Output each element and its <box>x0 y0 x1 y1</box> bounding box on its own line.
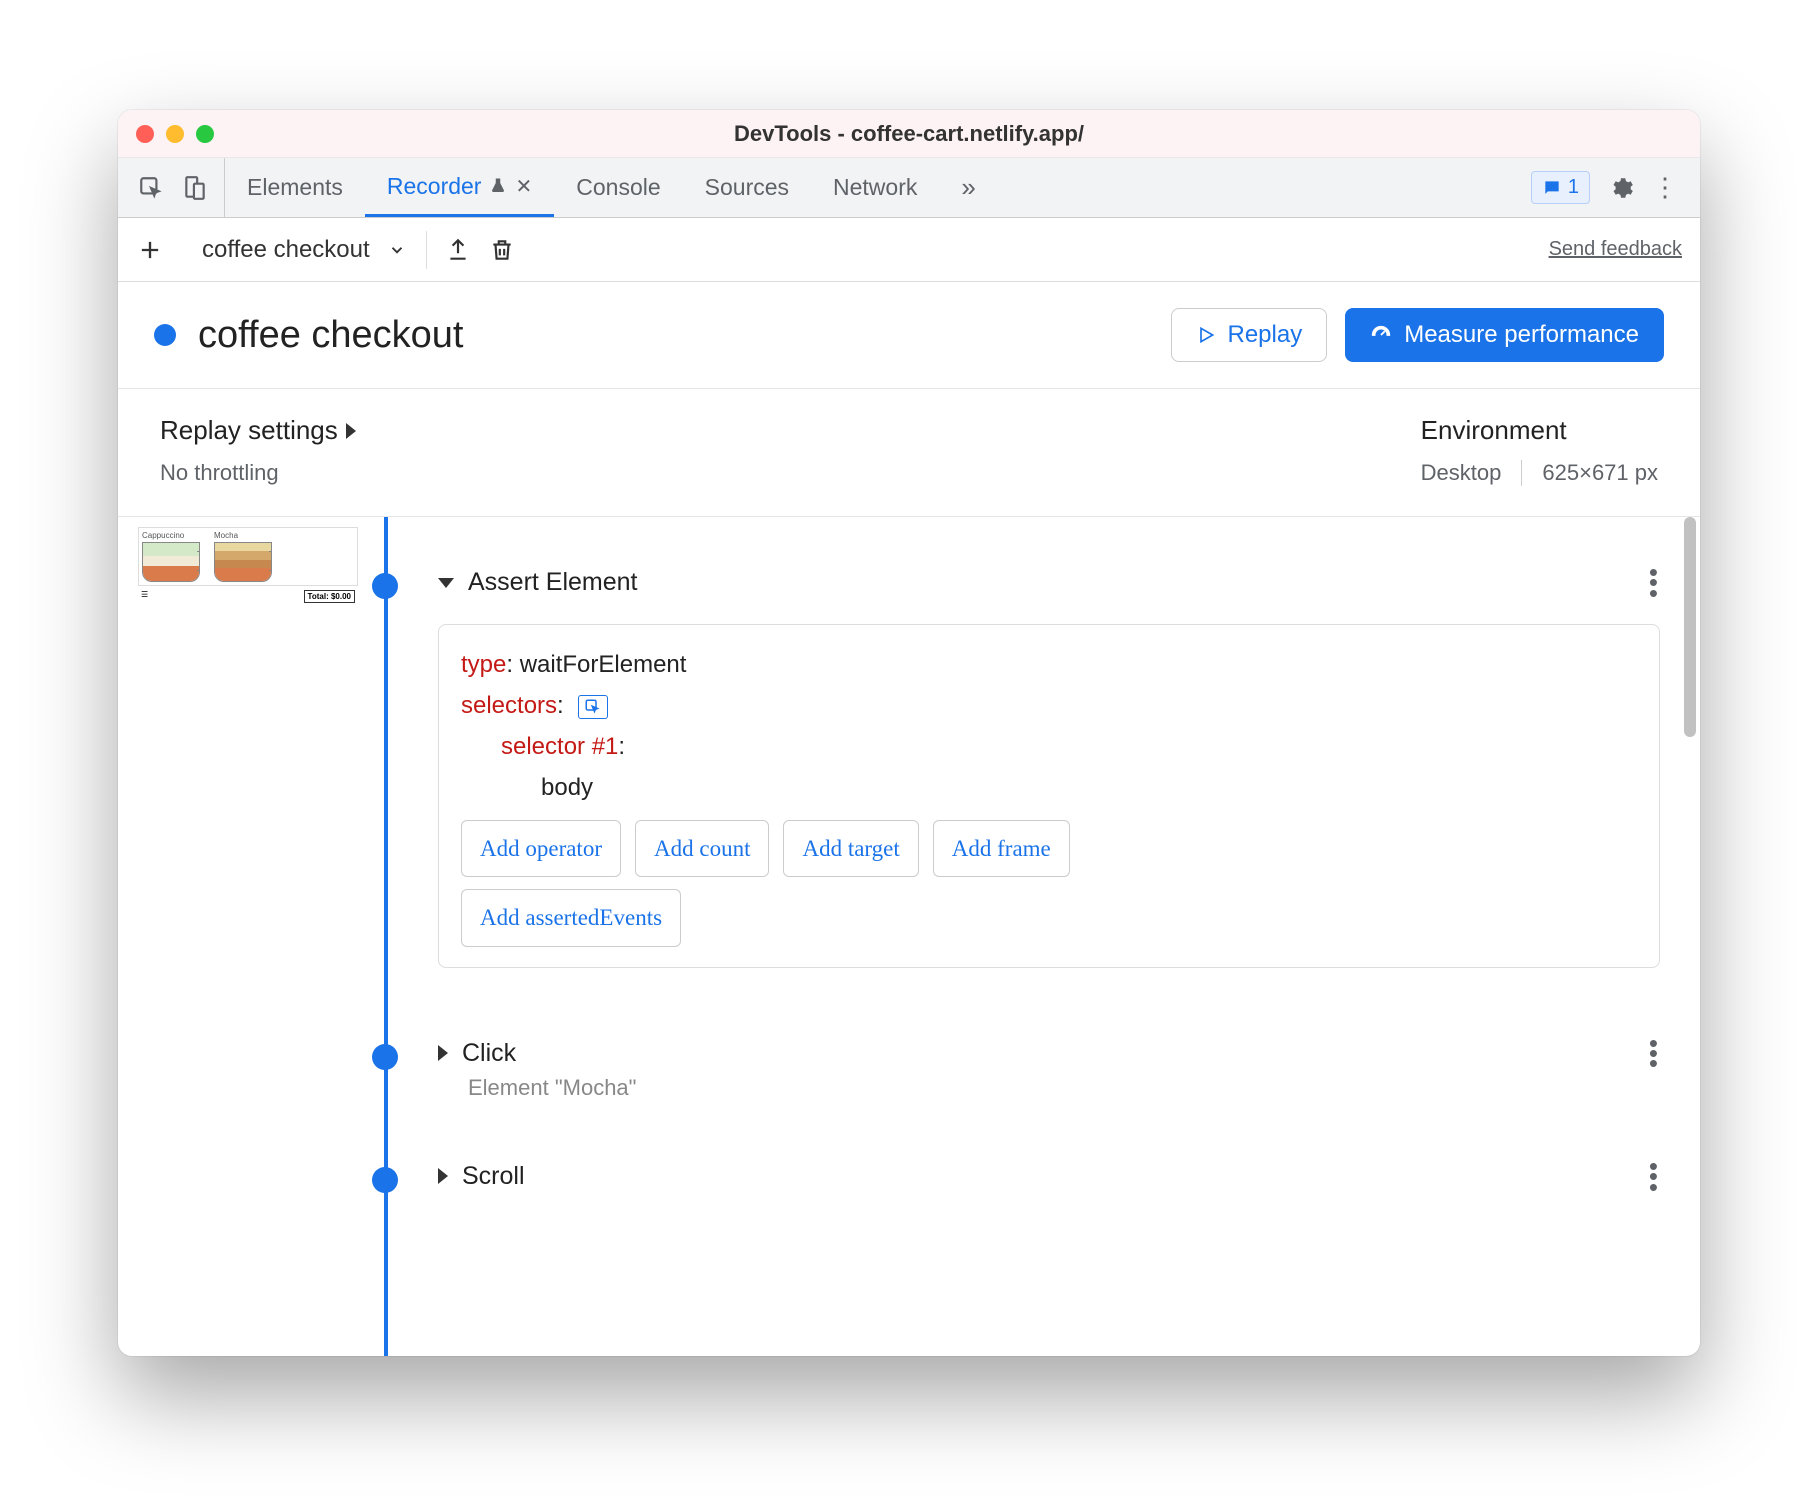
step-dot-icon <box>372 1044 398 1070</box>
tab-sources[interactable]: Sources <box>683 158 811 217</box>
screenshot-thumbnail-column: Cappuccino Mocha <box>118 517 358 1356</box>
recording-header: coffee checkout Replay Measure performan… <box>118 282 1700 389</box>
minimize-window-button[interactable] <box>166 125 184 143</box>
step-subtitle: Element "Mocha" <box>468 1075 1660 1101</box>
step-kebab-icon[interactable]: ••• <box>1649 1038 1660 1069</box>
device-toolbar-icon[interactable] <box>182 175 208 201</box>
window-title: DevTools - coffee-cart.netlify.app/ <box>118 121 1700 147</box>
chevron-down-icon <box>388 241 406 259</box>
step-assert-element: Assert Element ••• type: waitForElement … <box>438 567 1660 968</box>
add-attribute-chips: Add operator Add count Add target Add fr… <box>461 820 1637 877</box>
caret-right-icon <box>346 423 356 439</box>
caret-right-icon <box>438 1168 448 1184</box>
scrollbar[interactable] <box>1684 517 1696 737</box>
recording-dropdown[interactable]: coffee checkout <box>202 231 427 269</box>
devtools-window: DevTools - coffee-cart.netlify.app/ Elem… <box>118 110 1700 1356</box>
caret-down-icon <box>438 578 454 588</box>
measure-performance-button[interactable]: Measure performance <box>1345 308 1664 362</box>
add-recording-icon[interactable] <box>136 236 164 264</box>
devtools-tabbar: Elements Recorder ✕ Console Sources Netw… <box>118 158 1700 218</box>
step-title: Assert Element <box>468 568 638 597</box>
replay-settings-toggle[interactable]: Replay settings <box>160 415 356 446</box>
chip-add-frame[interactable]: Add frame <box>933 820 1070 877</box>
step-header[interactable]: Click ••• <box>438 1038 1660 1069</box>
cup1-label: Cappuccino <box>142 531 208 540</box>
flask-icon <box>489 177 507 195</box>
env-device: Desktop <box>1421 460 1502 486</box>
timeline-line <box>384 517 388 1356</box>
step-dot-icon <box>372 573 398 599</box>
step-header[interactable]: Assert Element ••• <box>438 567 1660 598</box>
throttling-value: No throttling <box>160 460 356 486</box>
recording-title: coffee checkout <box>198 314 463 357</box>
inspect-element-icon[interactable] <box>138 175 164 201</box>
tab-console[interactable]: Console <box>554 158 682 217</box>
more-tabs-button[interactable]: » <box>939 158 997 217</box>
step-scroll: Scroll ••• <box>438 1161 1660 1192</box>
chip-add-assertedevents[interactable]: Add assertedEvents <box>461 889 681 946</box>
export-icon[interactable] <box>445 237 471 263</box>
settings-gear-icon[interactable] <box>1608 175 1634 201</box>
env-viewport: 625×671 px <box>1542 460 1658 486</box>
replay-button[interactable]: Replay <box>1171 308 1328 362</box>
screenshot-thumbnail[interactable]: Cappuccino Mocha <box>138 527 358 586</box>
steps-timeline: Assert Element ••• type: waitForElement … <box>358 517 1700 1356</box>
tab-elements[interactable]: Elements <box>225 158 365 217</box>
chip-add-target[interactable]: Add target <box>783 820 918 877</box>
send-feedback-link[interactable]: Send feedback <box>1549 238 1682 261</box>
status-dot-icon <box>154 324 176 346</box>
thumbnail-footer: ☰ Total: $0.00 <box>138 590 358 606</box>
step-click: Click ••• Element "Mocha" <box>438 1038 1660 1101</box>
settings-row: Replay settings No throttling Environmen… <box>118 389 1700 517</box>
chip-add-count[interactable]: Add count <box>635 820 769 877</box>
step-title: Click <box>462 1039 516 1068</box>
close-window-button[interactable] <box>136 125 154 143</box>
maximize-window-button[interactable] <box>196 125 214 143</box>
environment-label: Environment <box>1421 415 1658 446</box>
close-tab-icon[interactable]: ✕ <box>515 174 532 199</box>
titlebar: DevTools - coffee-cart.netlify.app/ <box>118 110 1700 158</box>
divider <box>1521 460 1522 486</box>
gauge-icon <box>1370 324 1392 346</box>
step-details: type: waitForElement selectors: selector… <box>438 624 1660 967</box>
cup2-label: Mocha <box>214 531 280 540</box>
tab-recorder[interactable]: Recorder ✕ <box>365 158 554 217</box>
step-title: Scroll <box>462 1162 525 1191</box>
step-dot-icon <box>372 1167 398 1193</box>
delete-icon[interactable] <box>489 237 515 263</box>
caret-right-icon <box>438 1045 448 1061</box>
message-icon <box>1542 178 1562 198</box>
play-icon <box>1196 325 1216 345</box>
content-area: Cappuccino Mocha <box>118 517 1700 1356</box>
recording-name: coffee checkout <box>202 236 370 264</box>
messages-count: 1 <box>1568 176 1579 199</box>
step-kebab-icon[interactable]: ••• <box>1649 1161 1660 1192</box>
window-controls <box>136 125 214 143</box>
pick-selector-icon[interactable] <box>578 695 608 719</box>
kebab-menu-icon[interactable]: ⋮ <box>1652 172 1678 203</box>
step-header[interactable]: Scroll ••• <box>438 1161 1660 1192</box>
recorder-toolbar: coffee checkout Send feedback <box>118 218 1700 282</box>
step-kebab-icon[interactable]: ••• <box>1649 567 1660 598</box>
chip-add-operator[interactable]: Add operator <box>461 820 621 877</box>
messages-badge[interactable]: 1 <box>1531 171 1590 204</box>
tab-network[interactable]: Network <box>811 158 939 217</box>
